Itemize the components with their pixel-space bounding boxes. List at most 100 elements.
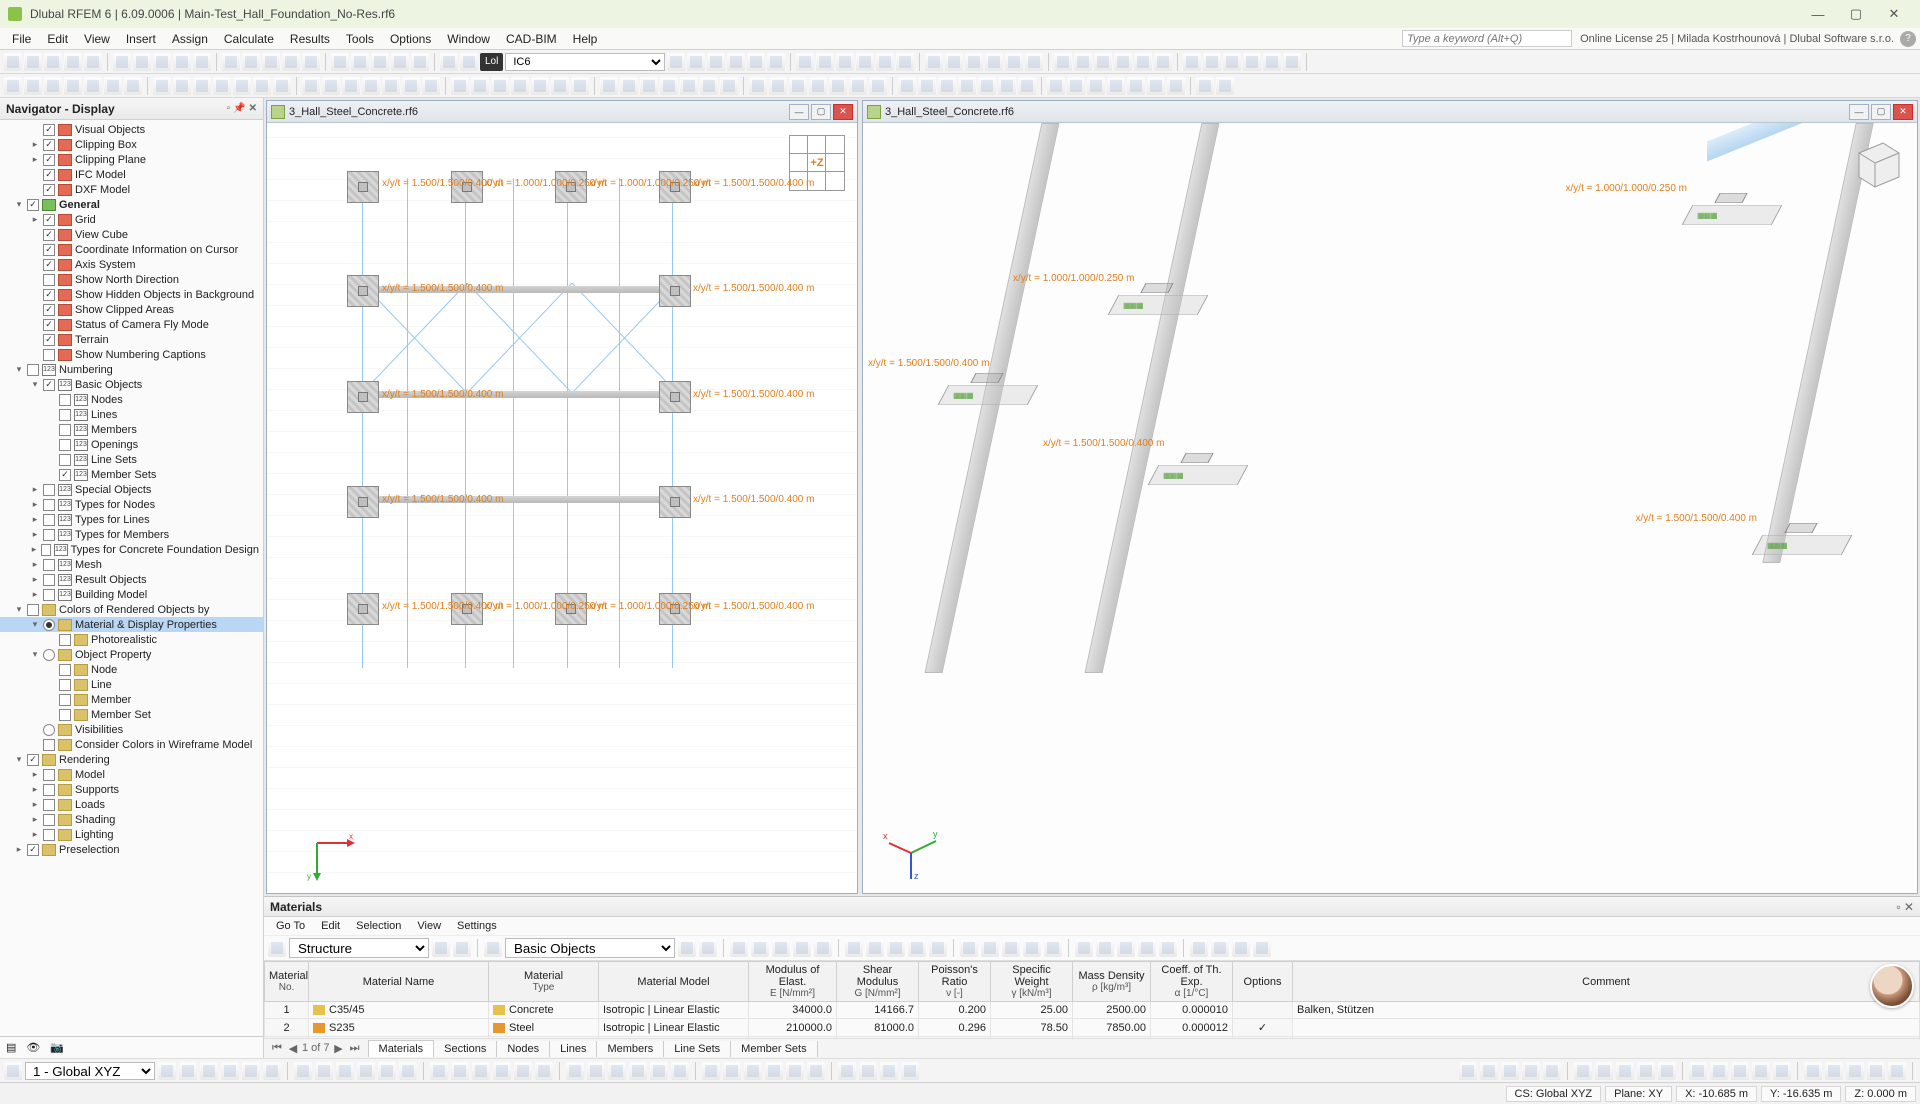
- mt-btn-2[interactable]: [772, 939, 790, 957]
- tree-item-6[interactable]: ▸✓Grid: [0, 212, 263, 227]
- tree-item-0[interactable]: ✓Visual Objects: [0, 122, 263, 137]
- tool2-btn-0[interactable]: [667, 53, 685, 71]
- tool3-btn-31[interactable]: [660, 77, 678, 95]
- tool3-btn-36[interactable]: [769, 77, 787, 95]
- tree-item-27[interactable]: ▸123Types for Members: [0, 527, 263, 542]
- tool3-btn-27[interactable]: [571, 77, 589, 95]
- tool3-btn-9[interactable]: [193, 77, 211, 95]
- menu-options[interactable]: Options: [382, 29, 439, 49]
- assistant-avatar[interactable]: [1870, 964, 1914, 1008]
- tool3-btn-56[interactable]: [1196, 77, 1214, 95]
- dock-icon[interactable]: ▫: [227, 103, 231, 114]
- tool3-btn-43[interactable]: [918, 77, 936, 95]
- navigator-tree[interactable]: ✓Visual Objects▸✓Clipping Box▸✓Clipping …: [0, 120, 263, 1036]
- dock-icon[interactable]: ▫ ✕: [1896, 900, 1914, 914]
- tab-sections[interactable]: Sections: [434, 1041, 497, 1057]
- tool2-btn-22[interactable]: [1134, 53, 1152, 71]
- mt-btn-12[interactable]: [1002, 939, 1020, 957]
- tool2-btn-28[interactable]: [1263, 53, 1281, 71]
- tool3-btn-55[interactable]: [1167, 77, 1185, 95]
- mt-btn-19[interactable]: [1159, 939, 1177, 957]
- bt-btn-27[interactable]: [765, 1062, 783, 1080]
- tree-item-19[interactable]: 123Lines: [0, 407, 263, 422]
- materials-table[interactable]: MaterialNo.Material NameMaterialTypeMate…: [264, 961, 1920, 1038]
- tree-item-29[interactable]: ▸123Mesh: [0, 557, 263, 572]
- tree-item-15[interactable]: Show Numbering Captions: [0, 347, 263, 362]
- bt2-btn-0[interactable]: [1459, 1062, 1477, 1080]
- tool2-btn-16[interactable]: [1005, 53, 1023, 71]
- tool-btn-0[interactable]: [4, 53, 22, 71]
- bt-btn-12[interactable]: [430, 1062, 448, 1080]
- tree-item-44[interactable]: ▸Supports: [0, 782, 263, 797]
- bt-btn-7[interactable]: [315, 1062, 333, 1080]
- close-view-icon[interactable]: ✕: [833, 104, 853, 120]
- nav-foot-icon-1[interactable]: ▤: [6, 1041, 16, 1054]
- tool-btn-2[interactable]: [44, 53, 62, 71]
- menu-view[interactable]: View: [76, 29, 118, 49]
- tool3-btn-10[interactable]: [213, 77, 231, 95]
- mt-btn-13[interactable]: [1023, 939, 1041, 957]
- bt-btn-33[interactable]: [901, 1062, 919, 1080]
- tool3-btn-4[interactable]: [84, 77, 102, 95]
- min-icon[interactable]: —: [1849, 104, 1869, 120]
- mt-btn-23[interactable]: [1253, 939, 1271, 957]
- tool3-btn-29[interactable]: [620, 77, 638, 95]
- tool3-btn-23[interactable]: [491, 77, 509, 95]
- tool2-btn-17[interactable]: [1025, 53, 1043, 71]
- tool3-btn-3[interactable]: [64, 77, 82, 95]
- tool2-btn-2[interactable]: [707, 53, 725, 71]
- menu-window[interactable]: Window: [439, 29, 498, 49]
- tool3-btn-24[interactable]: [511, 77, 529, 95]
- tool2-btn-29[interactable]: [1283, 53, 1301, 71]
- tree-item-45[interactable]: ▸Loads: [0, 797, 263, 812]
- tool-btn-14[interactable]: [302, 53, 320, 71]
- iso-canvas[interactable]: ▦▦▦ ▦▦▦ ▦▦▦ ▦▦▦ ▦▦▦ x/y/t = 1.000/1.000/…: [863, 123, 1917, 893]
- bt-btn-13[interactable]: [451, 1062, 469, 1080]
- tool3-btn-41[interactable]: [869, 77, 887, 95]
- mt-btn-21[interactable]: [1211, 939, 1229, 957]
- bt-btn-26[interactable]: [744, 1062, 762, 1080]
- mt-btn-9[interactable]: [929, 939, 947, 957]
- bt-btn-24[interactable]: [702, 1062, 720, 1080]
- tool2-btn-15[interactable]: [985, 53, 1003, 71]
- keyword-search-input[interactable]: [1402, 30, 1572, 47]
- tool-btn-3[interactable]: [64, 53, 82, 71]
- tool3-btn-39[interactable]: [829, 77, 847, 95]
- bt-btn-18[interactable]: [566, 1062, 584, 1080]
- tool2-btn-24[interactable]: [1183, 53, 1201, 71]
- bt-btn-10[interactable]: [378, 1062, 396, 1080]
- bt-btn-0[interactable]: [158, 1062, 176, 1080]
- tool-btn-8[interactable]: [173, 53, 191, 71]
- viewport-plan[interactable]: 3_Hall_Steel_Concrete.rf6 —▢✕ +Z: [266, 100, 858, 894]
- bt2-btn-13[interactable]: [1752, 1062, 1770, 1080]
- tree-item-42[interactable]: ▾✓Rendering: [0, 752, 263, 767]
- tool2-btn-21[interactable]: [1114, 53, 1132, 71]
- nav-foot-icon-2[interactable]: 👁: [26, 1041, 40, 1054]
- tool2-btn-23[interactable]: [1154, 53, 1172, 71]
- tool3-btn-11[interactable]: [233, 77, 251, 95]
- tool2-btn-4[interactable]: [747, 53, 765, 71]
- tool3-btn-32[interactable]: [680, 77, 698, 95]
- tool3-btn-6[interactable]: [124, 77, 142, 95]
- tool3-btn-0[interactable]: [4, 77, 22, 95]
- mt-btn-1[interactable]: [751, 939, 769, 957]
- tool-btn-6[interactable]: [133, 53, 151, 71]
- tree-item-35[interactable]: ▾Object Property: [0, 647, 263, 662]
- bt-btn-32[interactable]: [880, 1062, 898, 1080]
- tree-item-9[interactable]: ✓Axis System: [0, 257, 263, 272]
- tool3-btn-17[interactable]: [362, 77, 380, 95]
- tool2-btn-26[interactable]: [1223, 53, 1241, 71]
- bt-btn-23[interactable]: [671, 1062, 689, 1080]
- tool3-btn-46[interactable]: [978, 77, 996, 95]
- bt-btn-16[interactable]: [514, 1062, 532, 1080]
- menu-help[interactable]: Help: [565, 29, 606, 49]
- tree-item-47[interactable]: ▸Lighting: [0, 827, 263, 842]
- tool3-btn-44[interactable]: [938, 77, 956, 95]
- bt2-btn-4[interactable]: [1543, 1062, 1561, 1080]
- bt-btn-14[interactable]: [472, 1062, 490, 1080]
- tree-item-2[interactable]: ▸✓Clipping Plane: [0, 152, 263, 167]
- bt-btn-5[interactable]: [263, 1062, 281, 1080]
- tool3-btn-18[interactable]: [382, 77, 400, 95]
- tool-btn-12[interactable]: [262, 53, 280, 71]
- bt-btn-22[interactable]: [650, 1062, 668, 1080]
